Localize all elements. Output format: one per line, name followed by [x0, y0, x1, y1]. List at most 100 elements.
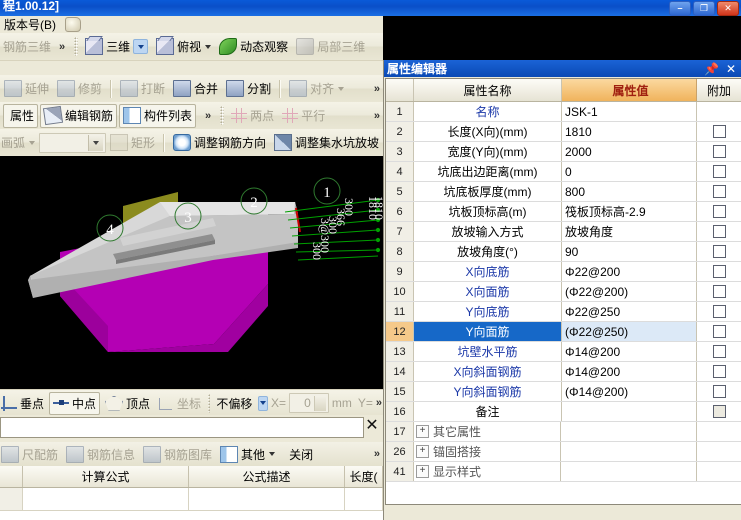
chevron-down-icon[interactable]	[133, 39, 149, 54]
toolbar-button-trim[interactable]: 修剪	[54, 78, 105, 100]
table-group-row[interactable]: 41 + 显示样式	[386, 462, 741, 482]
expand-icon[interactable]: +	[416, 445, 429, 458]
chevron-down-icon[interactable]	[87, 134, 103, 151]
toolbar-button-extend[interactable]: 延伸	[1, 78, 52, 100]
toolbar-button-two-point[interactable]: 两点	[228, 105, 277, 127]
toolbar-button-dynamic-observe[interactable]: 动态观察	[216, 36, 291, 58]
row-attach[interactable]	[697, 282, 741, 301]
row-value[interactable]: 筏板顶标高-2.9	[562, 202, 697, 221]
row-value[interactable]: Φ14@200	[562, 342, 697, 361]
attach-checkbox[interactable]	[712, 345, 726, 358]
bottom-button-other[interactable]: 其他	[217, 443, 278, 465]
message-input[interactable]	[0, 417, 364, 438]
table-row[interactable]: 3 宽度(Y向)(mm) 2000	[386, 142, 741, 162]
table-row[interactable]: 16 备注	[386, 402, 741, 422]
close-icon[interactable]: ✕	[363, 417, 381, 435]
row-attach[interactable]	[697, 262, 741, 281]
minimize-button[interactable]: –	[669, 1, 691, 16]
row-value[interactable]: Φ22@250	[562, 302, 697, 321]
maximize-button[interactable]: ❐	[693, 1, 715, 16]
group-name-cell[interactable]: + 显示样式	[414, 462, 561, 481]
table-row-selected[interactable]: 12 Y向面筋 (Φ22@250)	[386, 322, 741, 342]
toolbar-grip[interactable]	[74, 37, 79, 56]
snap-button-coordinate[interactable]: 坐标	[155, 393, 204, 414]
row-attach[interactable]	[697, 142, 741, 161]
toolbar-properties-overflow-left[interactable]: »	[205, 110, 211, 122]
table-row[interactable]: 11 Y向底筋 Φ22@250	[386, 302, 741, 322]
chevron-down-icon[interactable]	[29, 140, 36, 145]
row-attach[interactable]	[697, 322, 741, 341]
toolbar-button-arc[interactable]: 画弧	[1, 132, 38, 154]
table-row[interactable]: 13 坑壁水平筋 Φ14@200	[386, 342, 741, 362]
toolbar-button-component-list[interactable]: 构件列表	[119, 103, 197, 128]
snap-button-vertex[interactable]: 顶点	[102, 393, 153, 414]
table-row[interactable]: 1 名称 JSK-1	[386, 102, 741, 122]
toolbar-button-split[interactable]: 分割	[223, 78, 274, 100]
pin-icon[interactable]: 📌	[704, 63, 719, 75]
row-attach[interactable]	[697, 162, 741, 181]
formula-cell-length[interactable]	[345, 488, 383, 510]
draw-style-combo[interactable]	[39, 132, 106, 153]
toolbar-button-adjust-sump-slope[interactable]: 调整集水坑放坡	[271, 132, 382, 154]
toolbar-grip[interactable]	[220, 106, 225, 125]
close-button[interactable]: ✕	[717, 1, 739, 16]
toolbar-button-adjust-rebar-direction[interactable]: 调整钢筋方向	[170, 132, 269, 154]
attach-checkbox[interactable]	[712, 125, 726, 138]
table-row[interactable]	[0, 488, 383, 511]
offset-mode-dropdown[interactable]	[258, 395, 268, 411]
table-row[interactable]: 15 Y向斜面钢筋 (Φ14@200)	[386, 382, 741, 402]
row-attach[interactable]	[697, 102, 741, 121]
bottom-button-rebar-library[interactable]: 钢筋图库	[140, 443, 215, 465]
menu-item-version[interactable]: 版本号(B)	[0, 16, 60, 33]
row-attach[interactable]	[697, 382, 741, 401]
row-attach[interactable]	[697, 342, 741, 361]
toolbar-button-merge[interactable]: 合并	[170, 78, 221, 100]
toolbar-button-align[interactable]: 对齐	[286, 78, 347, 100]
row-value[interactable]: Φ22@200	[562, 262, 697, 281]
attach-checkbox[interactable]	[712, 165, 726, 178]
row-attach[interactable]	[697, 202, 741, 221]
table-row[interactable]: 2 长度(X向)(mm) 1810	[386, 122, 741, 142]
toolbar-button-parallel[interactable]: 平行	[279, 105, 328, 127]
x-coordinate-input[interactable]: 0	[289, 393, 329, 413]
row-attach[interactable]	[697, 122, 741, 141]
bottom-button-rebar-info[interactable]: 钢筋信息	[63, 443, 138, 465]
attach-checkbox[interactable]	[712, 245, 726, 258]
help-balloon-icon[interactable]	[65, 17, 81, 32]
toolbar-button-break[interactable]: 打断	[117, 78, 168, 100]
row-value[interactable]	[562, 402, 697, 421]
property-table[interactable]: 属性名称 属性值 附加 1 名称 JSK-1 2 长度(X向)(mm) 1810…	[385, 78, 741, 505]
row-attach[interactable]	[697, 242, 741, 261]
expand-icon[interactable]: +	[416, 465, 429, 478]
chevron-down-icon[interactable]	[338, 86, 345, 91]
attach-checkbox[interactable]	[712, 265, 726, 278]
row-value[interactable]: 2000	[562, 142, 697, 161]
row-attach[interactable]	[697, 362, 741, 381]
row-value[interactable]: (Φ22@200)	[562, 282, 697, 301]
row-value[interactable]: 放坡角度	[562, 222, 697, 241]
table-row[interactable]: 6 坑板顶标高(m) 筏板顶标高-2.9	[386, 202, 741, 222]
bottom-toolbar-overflow[interactable]: »	[374, 448, 380, 460]
toolbar-button-partial-3d[interactable]: 局部三维	[293, 36, 368, 58]
table-row[interactable]: 14 X向斜面钢筋 Φ14@200	[386, 362, 741, 382]
row-value[interactable]: 1810	[562, 122, 697, 141]
attach-checkbox[interactable]	[712, 145, 726, 158]
toolbar-button-topview[interactable]: 俯视	[153, 36, 214, 58]
row-attach[interactable]	[697, 182, 741, 201]
chevron-down-icon[interactable]	[205, 44, 212, 49]
table-group-row[interactable]: 26 + 锚固搭接	[386, 442, 741, 462]
attach-checkbox[interactable]	[712, 325, 726, 338]
attach-checkbox[interactable]	[712, 205, 726, 218]
row-value[interactable]: Φ14@200	[562, 362, 697, 381]
3d-model-canvas[interactable]: 1 2 3 4 300 366 300 3@300 300 1810 1810	[0, 156, 383, 389]
snap-button-midpoint[interactable]: 中点	[49, 391, 101, 415]
row-attach[interactable]	[697, 402, 741, 421]
table-row[interactable]: 8 放坡角度(°) 90	[386, 242, 741, 262]
chevron-down-icon[interactable]	[269, 452, 276, 456]
3d-viewport[interactable]: 1 2 3 4 300 366 300 3@300 300 1810 1810	[0, 156, 383, 389]
toolbar-properties-overflow-right[interactable]: »	[374, 110, 380, 122]
attach-checkbox[interactable]	[712, 365, 726, 378]
table-row[interactable]: 5 坑底板厚度(mm) 800	[386, 182, 741, 202]
table-row[interactable]: 9 X向底筋 Φ22@200	[386, 262, 741, 282]
bottom-button-close[interactable]: 关闭	[280, 443, 316, 465]
